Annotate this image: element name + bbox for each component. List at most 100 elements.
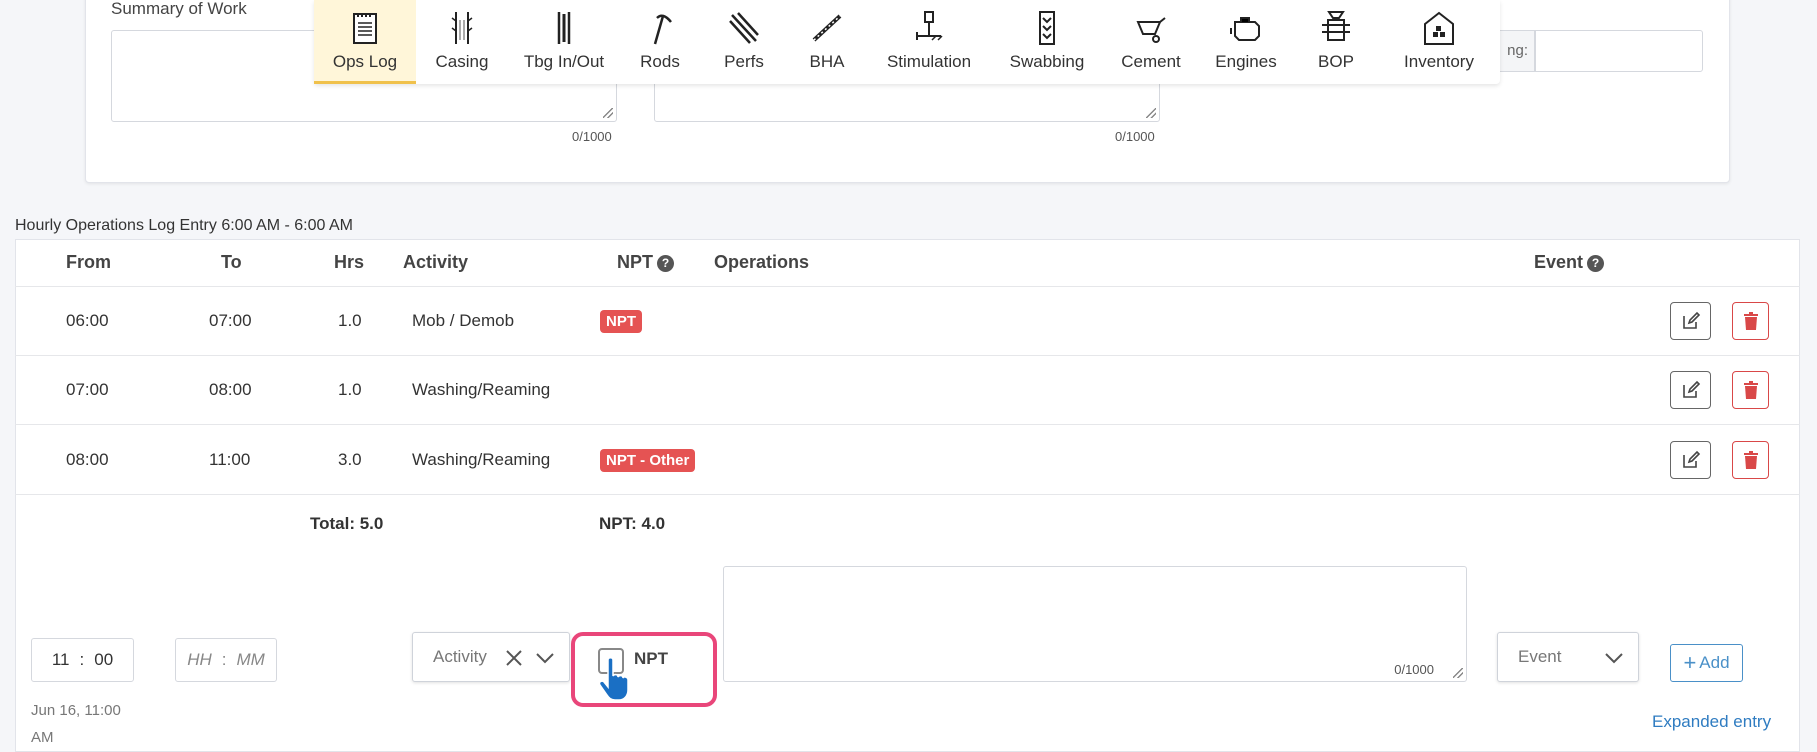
header-from: From <box>66 252 111 272</box>
rods-icon <box>653 14 672 45</box>
header-hrs: Hrs <box>334 252 365 272</box>
trash-icon <box>1743 451 1758 469</box>
table-row <box>15 286 1800 355</box>
operations-counter: 0/1000 <box>1394 662 1434 677</box>
cell-to: 11:00 <box>209 450 251 469</box>
time-separator: : <box>221 650 227 669</box>
cell-activity: Washing/Reaming <box>412 380 551 399</box>
tab-label: Cement <box>1121 52 1181 71</box>
section-title: Hourly Operations Log Entry 6:00 AM - 6:… <box>15 217 353 234</box>
cell-activity: Washing/Reaming <box>412 450 551 469</box>
plus-icon: + <box>1683 650 1697 675</box>
perforation-icon <box>729 12 759 44</box>
tab-label: BHA <box>809 52 845 71</box>
cell-hrs: 1.0 <box>338 311 362 330</box>
chevron-down-icon[interactable] <box>535 651 555 665</box>
tab-label: BOP <box>1318 52 1354 71</box>
time-separator: : <box>79 650 85 669</box>
totals-row <box>15 494 1800 495</box>
activity-placeholder: Activity <box>433 647 487 666</box>
header-npt-label: NPT <box>617 252 653 272</box>
casing-icon <box>451 12 473 44</box>
cell-from: 06:00 <box>66 311 109 330</box>
trash-icon <box>1743 381 1758 399</box>
swabbing-icon <box>1039 11 1055 45</box>
event-select[interactable]: Event <box>1497 632 1639 682</box>
timestamp-line1: Jun 16, 11:00 <box>31 702 121 719</box>
cell-from: 08:00 <box>66 450 109 469</box>
npt-badge: NPT - Other <box>600 449 696 472</box>
tab-engines[interactable]: Engines <box>1200 0 1292 84</box>
edit-icon <box>1682 450 1700 468</box>
clear-icon[interactable] <box>505 649 523 667</box>
summary-title: Summary of Work <box>111 0 247 18</box>
timestamp-line2: AM <box>31 729 54 746</box>
tab-label: Stimulation <box>886 52 972 71</box>
cell-to: 07:00 <box>209 311 252 330</box>
help-icon[interactable]: ? <box>1587 255 1605 272</box>
header-operations: Operations <box>714 252 810 272</box>
from-hour[interactable]: 11 <box>52 650 70 670</box>
tab-cement[interactable]: Cement <box>1102 0 1200 84</box>
cell-from: 07:00 <box>66 380 109 399</box>
edit-button[interactable] <box>1670 441 1711 479</box>
tab-casing[interactable]: Casing <box>416 0 508 84</box>
add-button[interactable]: + Add <box>1670 644 1743 682</box>
cell-to: 08:00 <box>209 380 252 399</box>
tab-perfs[interactable]: Perfs <box>700 0 788 84</box>
tab-rods[interactable]: Rods <box>620 0 700 84</box>
summary-counter: 0/1000 <box>572 129 612 144</box>
hand-pointer-icon <box>598 657 629 701</box>
to-minute[interactable]: MM <box>236 650 264 670</box>
engine-icon <box>1230 17 1260 41</box>
tab-label: Casing <box>435 52 489 71</box>
to-time-input[interactable]: HH : MM <box>175 638 277 682</box>
add-label: Add <box>1699 653 1730 672</box>
delete-button[interactable] <box>1732 371 1769 409</box>
delete-button[interactable] <box>1732 302 1769 340</box>
tab-stimulation[interactable]: Stimulation <box>866 0 992 84</box>
cell-hrs: 1.0 <box>338 380 362 399</box>
resize-grip-icon[interactable] <box>603 108 613 118</box>
from-minute[interactable]: 00 <box>94 650 113 670</box>
table-row <box>15 355 1800 424</box>
chevron-down-icon[interactable] <box>1604 651 1624 665</box>
tab-label: Engines <box>1215 52 1277 71</box>
npt-badge: NPT <box>600 310 642 333</box>
expanded-entry-link[interactable]: Expanded entry <box>1652 712 1771 732</box>
tab-swabbing[interactable]: Swabbing <box>992 0 1102 84</box>
tab-bop[interactable]: BOP <box>1292 0 1380 84</box>
from-time-input[interactable]: 11 : 00 <box>31 638 134 682</box>
tubing-icon <box>557 12 571 44</box>
tab-inventory[interactable]: Inventory <box>1380 0 1498 84</box>
module-toolbar: Ops Log Casing Tbg In/Out Rods Perfs BHA… <box>314 0 1500 84</box>
edit-button[interactable] <box>1670 371 1711 409</box>
help-icon[interactable]: ? <box>657 255 674 272</box>
edit-icon <box>1682 311 1700 329</box>
npt-checkbox-label: NPT <box>634 649 668 668</box>
tab-label: Ops Log <box>332 52 398 71</box>
tab-ops-log[interactable]: Ops Log <box>314 0 416 84</box>
edit-button[interactable] <box>1670 302 1711 340</box>
edit-icon <box>1682 380 1700 398</box>
tab-bha[interactable]: BHA <box>788 0 866 84</box>
cell-activity: Mob / Demob <box>412 311 515 330</box>
activity-select[interactable]: Activity <box>412 632 570 682</box>
resize-grip-icon[interactable] <box>1453 668 1463 678</box>
wheelbarrow-icon <box>1136 17 1166 43</box>
npt-total: NPT: 4.0 <box>599 514 666 533</box>
operations-textarea[interactable]: 0/1000 <box>723 566 1467 682</box>
tab-label: Swabbing <box>1009 52 1085 71</box>
total-hours: Total: 5.0 <box>310 514 384 533</box>
to-hour[interactable]: HH <box>187 650 212 670</box>
tab-tbg-in-out[interactable]: Tbg In/Out <box>508 0 620 84</box>
tab-label: Rods <box>640 52 680 71</box>
resize-grip-icon[interactable] <box>1146 108 1156 118</box>
delete-button[interactable] <box>1732 441 1769 479</box>
table-row <box>15 424 1800 493</box>
npt-highlight-frame <box>571 632 717 707</box>
bha-icon <box>812 14 842 42</box>
stimulation-icon <box>916 11 943 41</box>
bop-icon <box>1322 11 1350 41</box>
right-field-input[interactable] <box>1535 30 1703 72</box>
